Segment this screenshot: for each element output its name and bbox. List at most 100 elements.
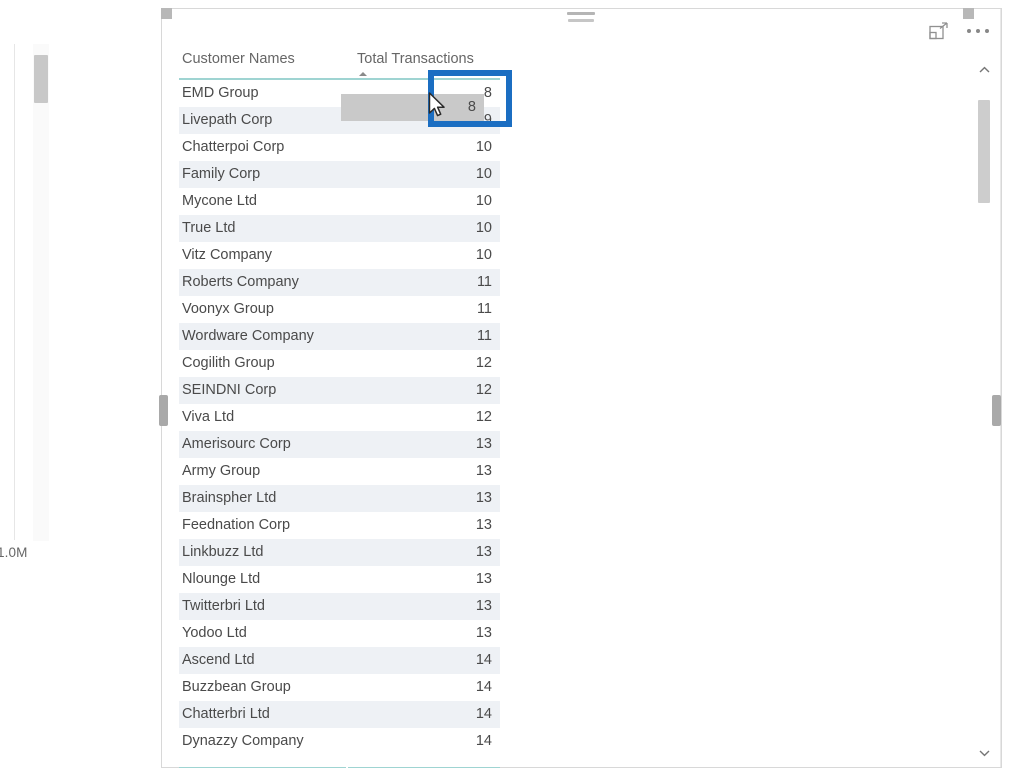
table-row[interactable]: Chatterbri Ltd 14	[179, 701, 500, 728]
cell-customer-name: Voonyx Group	[179, 296, 347, 323]
table-row[interactable]: Family Corp 10	[179, 161, 500, 188]
cell-total-transactions: 13	[347, 458, 500, 485]
cell-total-transactions: 9	[347, 107, 500, 134]
cell-customer-name: Mycone Ltd	[179, 188, 347, 215]
table-row[interactable]: Dynazzy Company 14	[179, 728, 500, 755]
visual-drag-handle[interactable]	[567, 12, 595, 26]
column-header-total-transactions[interactable]: Total Transactions	[347, 51, 500, 80]
cell-customer-name: Nlounge Ltd	[179, 566, 347, 593]
cell-total-transactions: 13	[347, 512, 500, 539]
table-row[interactable]: Linkbuzz Ltd 13	[179, 539, 500, 566]
table-row[interactable]: Army Group 13	[179, 458, 500, 485]
cell-customer-name: Cogilith Group	[179, 350, 347, 377]
visual-header-actions	[928, 20, 989, 42]
column-header-customer-names[interactable]: Customer Names	[179, 51, 347, 80]
cell-total-transactions: 13	[347, 431, 500, 458]
cell-total-transactions: 12	[347, 404, 500, 431]
visual-inner-divider	[1000, 9, 1001, 767]
cell-total-transactions: 14	[347, 647, 500, 674]
adjacent-visual-scrollbar-track[interactable]	[33, 44, 49, 541]
cell-total-transactions: 11	[347, 269, 500, 296]
cell-total-transactions: 11	[347, 296, 500, 323]
cell-customer-name: Family Corp	[179, 161, 347, 188]
focus-mode-icon[interactable]	[928, 20, 950, 42]
cell-total-transactions: 10	[347, 134, 500, 161]
cell-total-transactions: 14	[347, 701, 500, 728]
scrollbar-up-arrow-icon[interactable]	[976, 61, 993, 78]
table-row[interactable]: True Ltd 10	[179, 215, 500, 242]
table-row[interactable]: Voonyx Group 11	[179, 296, 500, 323]
table-row[interactable]: Amerisourc Corp 13	[179, 431, 500, 458]
cell-customer-name: Vitz Company	[179, 242, 347, 269]
cell-total-transactions: 10	[347, 161, 500, 188]
cell-customer-name: Wordware Company	[179, 323, 347, 350]
cell-total-transactions: 10	[347, 215, 500, 242]
cell-total-transactions: 13	[347, 566, 500, 593]
table-row[interactable]: Yodoo Ltd 13	[179, 620, 500, 647]
table-row[interactable]: Ascend Ltd 14	[179, 647, 500, 674]
table-body: EMD Group 8 Livepath Corp 9 Chatterpoi Corp 1…	[179, 79, 500, 755]
scrollbar-track[interactable]	[976, 78, 993, 744]
table-row[interactable]: Brainspher Ltd 13	[179, 485, 500, 512]
cell-customer-name: Dynazzy Company	[179, 728, 347, 755]
column-header-total-transactions-label: Total Transactions	[357, 51, 474, 67]
table-row[interactable]: Chatterpoi Corp 10	[179, 134, 500, 161]
resize-handle-right-middle[interactable]	[992, 395, 1001, 426]
table-row[interactable]: Feednation Corp 13	[179, 512, 500, 539]
table-visual-container[interactable]: Customer Names Total Transactions EMD Gr…	[161, 8, 1002, 768]
cell-total-transactions: 13	[347, 620, 500, 647]
cell-customer-name: Roberts Company	[179, 269, 347, 296]
more-options-icon[interactable]	[967, 20, 989, 42]
cell-customer-name: Amerisourc Corp	[179, 431, 347, 458]
cell-customer-name: Brainspher Ltd	[179, 485, 347, 512]
table-row[interactable]: Nlounge Ltd 13	[179, 566, 500, 593]
resize-handle-top-left[interactable]	[161, 8, 172, 19]
cell-total-transactions: 12	[347, 350, 500, 377]
table-row[interactable]: EMD Group 8	[179, 79, 500, 107]
cell-total-transactions: 10	[347, 188, 500, 215]
cell-total-transactions: 14	[347, 728, 500, 755]
cell-customer-name: Ascend Ltd	[179, 647, 347, 674]
table-header-row: Customer Names Total Transactions	[179, 51, 500, 80]
cell-total-transactions: 10	[347, 242, 500, 269]
cell-customer-name: EMD Group	[179, 79, 347, 107]
cell-customer-name: Viva Ltd	[179, 404, 347, 431]
cell-customer-name: Yodoo Ltd	[179, 620, 347, 647]
cell-total-transactions: 11	[347, 323, 500, 350]
adjacent-visual-strip: 1.0M	[0, 0, 152, 768]
table-row[interactable]: Mycone Ltd 10	[179, 188, 500, 215]
table-row[interactable]: Roberts Company 11	[179, 269, 500, 296]
resize-handle-top-right[interactable]	[963, 8, 974, 19]
table-scroll-region[interactable]: Customer Names Total Transactions EMD Gr…	[179, 51, 971, 767]
resize-handle-left-middle[interactable]	[159, 395, 168, 426]
adjacent-visual-scrollbar-thumb[interactable]	[34, 55, 48, 103]
cell-total-transactions: 13	[347, 593, 500, 620]
more-options-dots	[967, 29, 989, 33]
table-header: Customer Names Total Transactions	[179, 51, 500, 80]
cell-customer-name: Buzzbean Group	[179, 674, 347, 701]
table-row[interactable]: Cogilith Group 12	[179, 350, 500, 377]
table-row[interactable]: Wordware Company 11	[179, 323, 500, 350]
axis-tick-label: 1.0M	[0, 545, 28, 560]
cell-total-transactions: 13	[347, 485, 500, 512]
cell-total-transactions: 13	[347, 539, 500, 566]
cell-customer-name: True Ltd	[179, 215, 347, 242]
data-table: Customer Names Total Transactions EMD Gr…	[179, 51, 500, 755]
cell-customer-name: SEINDNI Corp	[179, 377, 347, 404]
cell-total-transactions: 14	[347, 674, 500, 701]
table-row[interactable]: SEINDNI Corp 12	[179, 377, 500, 404]
table-row[interactable]: Livepath Corp 9	[179, 107, 500, 134]
cell-customer-name: Livepath Corp	[179, 107, 347, 134]
table-row[interactable]: Viva Ltd 12	[179, 404, 500, 431]
cell-customer-name: Feednation Corp	[179, 512, 347, 539]
table-row[interactable]: Vitz Company 10	[179, 242, 500, 269]
cell-total-transactions: 12	[347, 377, 500, 404]
cell-customer-name: Linkbuzz Ltd	[179, 539, 347, 566]
table-row[interactable]: Buzzbean Group 14	[179, 674, 500, 701]
table-vertical-scrollbar[interactable]	[976, 61, 993, 761]
axis-line	[14, 44, 15, 540]
scrollbar-thumb[interactable]	[978, 100, 990, 203]
table-row[interactable]: Twitterbri Ltd 13	[179, 593, 500, 620]
sort-ascending-icon	[359, 72, 367, 76]
scrollbar-down-arrow-icon[interactable]	[976, 744, 993, 761]
